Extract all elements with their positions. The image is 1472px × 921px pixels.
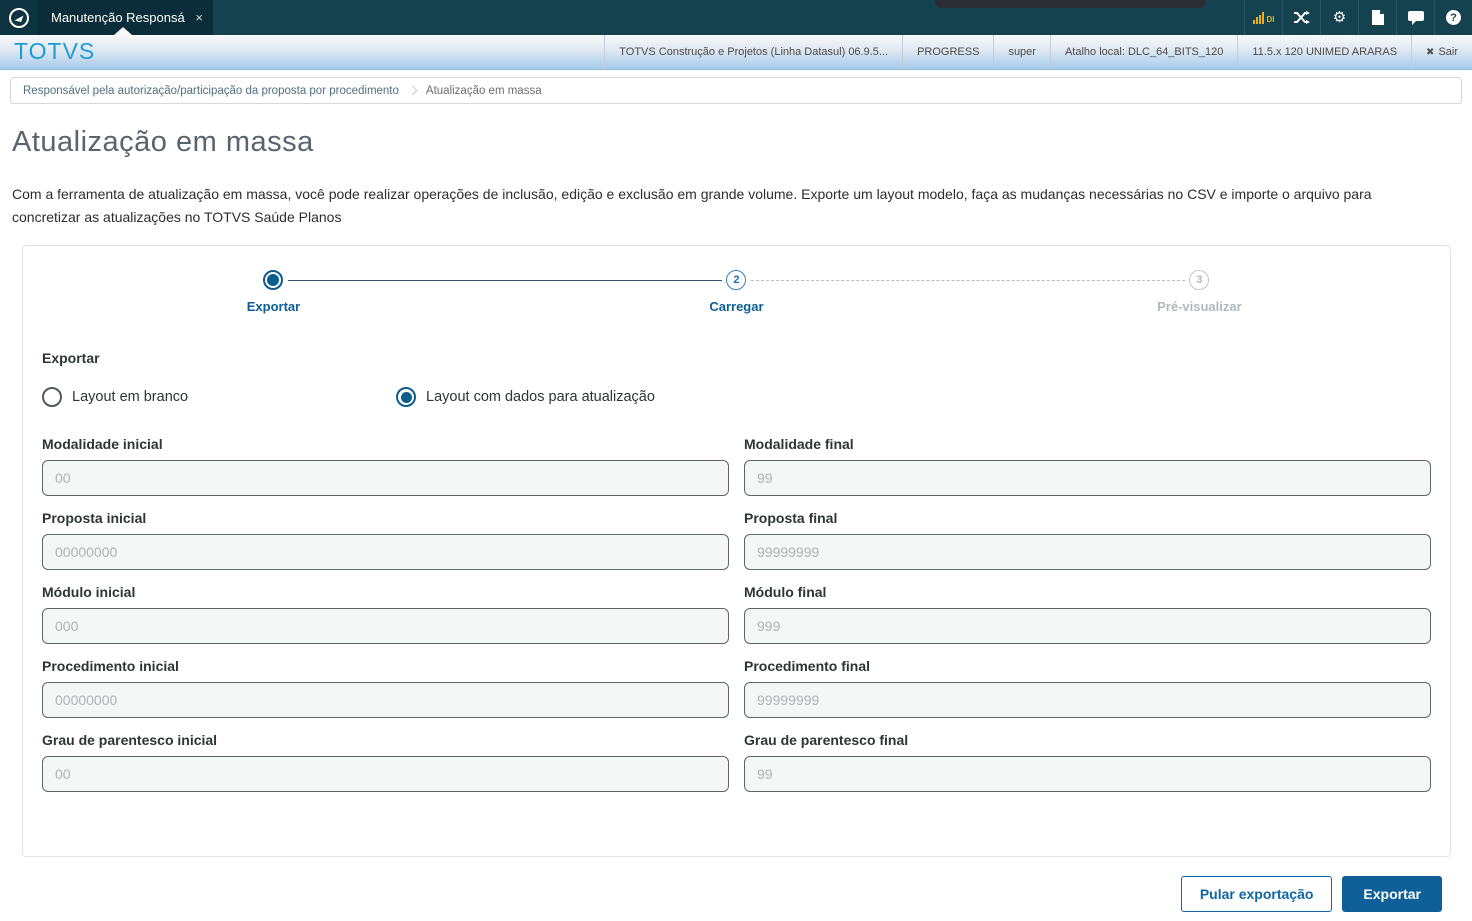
breadcrumb-item-current: Atualização em massa (425, 84, 542, 97)
modalidade-inicial-input[interactable] (42, 460, 729, 497)
env-shortcut: Atalho local: DLC_64_BITS_120 (1049, 35, 1237, 69)
procedimento-inicial-input[interactable] (42, 682, 729, 719)
active-tab-caret (114, 27, 132, 35)
settings-gear-icon[interactable]: ⚙ (1320, 0, 1358, 35)
stepper: Exportar 2 Carregar 3 Pré-visualizar (42, 270, 1431, 332)
env-product: TOTVS Construção e Projetos (Linha Datas… (604, 35, 902, 69)
radio-selected-icon (396, 387, 416, 408)
grau-parentesco-inicial-input[interactable] (42, 756, 729, 793)
field-proposta-inicial: Proposta inicial (42, 510, 729, 571)
step-connector-solid (287, 280, 723, 282)
step-1-label: Exportar (246, 299, 301, 315)
di-badge: DI (1266, 14, 1275, 24)
field-grau-parentesco-final: Grau de parentesco final (744, 732, 1431, 793)
totvs-logo-icon[interactable] (0, 0, 37, 35)
step-2-circle: 2 (726, 270, 747, 291)
field-modulo-inicial: Módulo inicial (42, 584, 729, 645)
signal-bars-icon (1252, 11, 1264, 24)
range-filter-form: Modalidade inicial Modalidade final Prop… (42, 436, 1431, 793)
totvs-brand: TOTVS (14, 38, 96, 64)
chat-icon[interactable] (1396, 0, 1434, 35)
step-2-label: Carregar (709, 299, 764, 315)
step-carregar[interactable]: 2 Carregar (505, 270, 968, 314)
environment-info: TOTVS Construção e Projetos (Linha Datas… (604, 35, 1472, 69)
tab-close-icon[interactable]: × (195, 10, 203, 25)
field-modalidade-final: Modalidade final (744, 436, 1431, 497)
step-3-label: Pré-visualizar (1157, 299, 1242, 315)
help-icon[interactable]: ? (1434, 0, 1472, 35)
env-user: super (993, 35, 1050, 69)
modalidade-final-input[interactable] (744, 460, 1431, 497)
app-tab-label: Manutenção Responsá (51, 10, 185, 25)
header-bar: TOTVS TOTVS Construção e Projetos (Linha… (0, 35, 1472, 70)
step-1-circle (263, 270, 284, 291)
field-modalidade-inicial: Modalidade inicial (42, 436, 729, 497)
proposta-inicial-input[interactable] (42, 534, 729, 571)
step-3-circle: 3 (1189, 270, 1210, 291)
mass-update-card: Exportar 2 Carregar 3 Pré-visualizar Exp… (22, 245, 1451, 858)
field-procedimento-final: Procedimento final (744, 658, 1431, 719)
proposta-final-input[interactable] (744, 534, 1431, 571)
modulo-final-input[interactable] (744, 608, 1431, 645)
toolbar-icons: DI ⚙ ? (1244, 0, 1472, 35)
document-icon[interactable] (1358, 0, 1396, 35)
radio-layout-com-dados[interactable]: Layout com dados para atualização (396, 387, 655, 408)
skip-export-button[interactable]: Pular exportação (1180, 876, 1333, 913)
env-version: 11.5.x 120 UNIMED ARARAS (1237, 35, 1411, 69)
step-exportar[interactable]: Exportar (42, 270, 505, 314)
breadcrumb-item-parent[interactable]: Responsável pela autorização/participaçã… (23, 85, 399, 97)
export-section-label: Exportar (42, 350, 100, 367)
browser-overlay-strip (935, 0, 1205, 8)
field-modulo-final: Módulo final (744, 584, 1431, 645)
step-connector-dashed (750, 280, 1186, 282)
layout-radio-group: Layout em branco Layout com dados para a… (42, 387, 1431, 408)
logout-button[interactable]: ✖ Sair (1411, 35, 1472, 69)
logout-label: Sair (1438, 46, 1458, 58)
shuffle-icon[interactable] (1282, 0, 1320, 35)
page-description: Com a ferramenta de atualização em massa… (12, 186, 1372, 226)
chevron-right-icon (407, 85, 418, 96)
field-grau-parentesco-inicial: Grau de parentesco inicial (42, 732, 729, 793)
step-pre-visualizar[interactable]: 3 Pré-visualizar (968, 270, 1431, 314)
procedimento-final-input[interactable] (744, 682, 1431, 719)
page-title: Atualização em massa (12, 126, 314, 158)
radio-unselected-icon (42, 387, 62, 408)
env-database: PROGRESS (902, 35, 993, 69)
radio-layout-em-branco[interactable]: Layout em branco (42, 387, 396, 408)
field-procedimento-inicial: Procedimento inicial (42, 658, 729, 719)
breadcrumb: Responsável pela autorização/participaçã… (10, 77, 1462, 104)
top-tab-bar: Manutenção Responsá × DI ⚙ ? (0, 0, 1472, 35)
modulo-inicial-input[interactable] (42, 608, 729, 645)
logout-x-icon: ✖ (1426, 46, 1435, 58)
export-button[interactable]: Exportar (1342, 876, 1442, 913)
field-proposta-final: Proposta final (744, 510, 1431, 571)
footer-actions: Pular exportação Exportar (0, 876, 1442, 913)
connection-status-icon[interactable]: DI (1244, 0, 1282, 35)
grau-parentesco-final-input[interactable] (744, 756, 1431, 793)
